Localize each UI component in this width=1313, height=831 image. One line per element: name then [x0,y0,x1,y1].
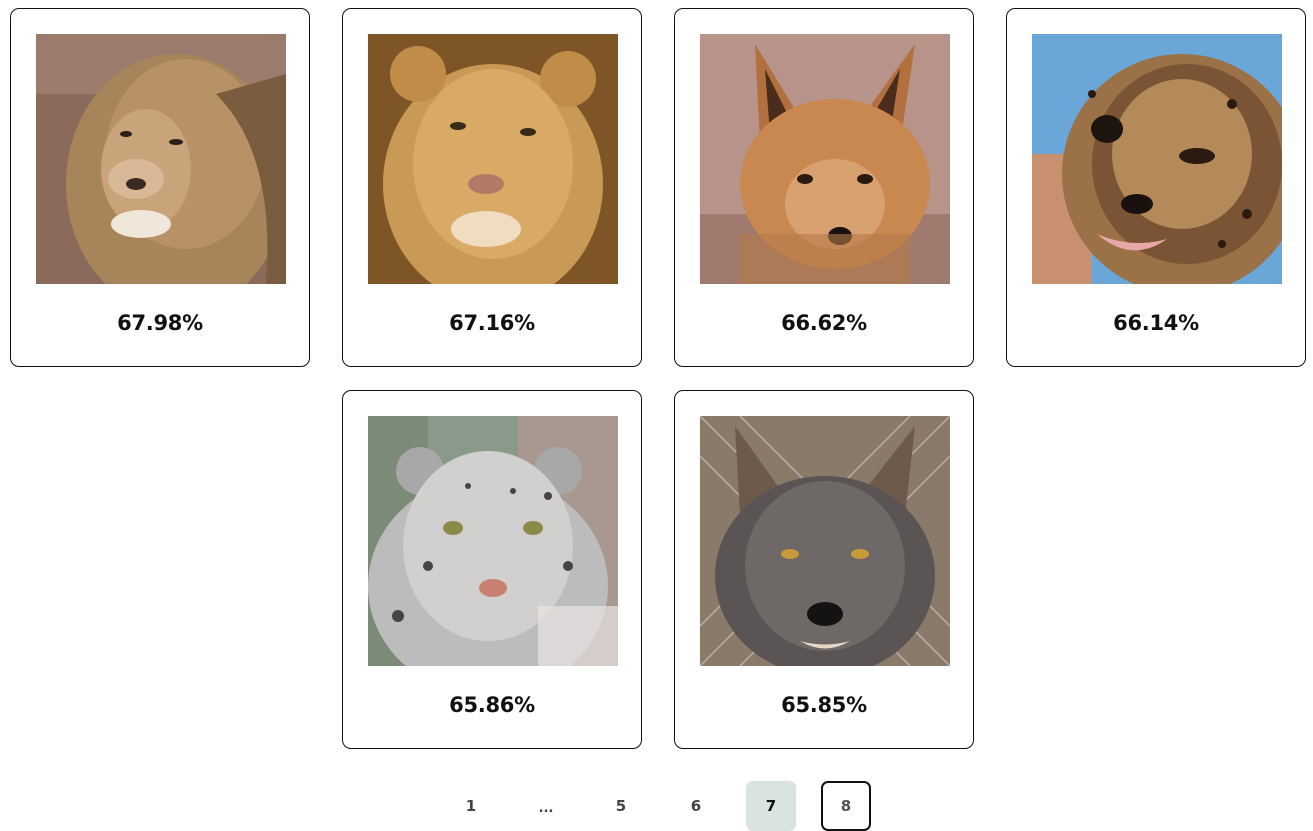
result-card[interactable]: 67.16% [342,8,642,367]
wolf-image [700,416,950,666]
lioness-image [368,34,618,284]
pagination-ellipsis: ... [538,800,554,816]
result-card[interactable]: 66.62% [674,8,974,367]
similarity-score: 67.16% [449,311,535,335]
page-button-1[interactable]: 1 [446,781,496,831]
result-card[interactable]: 66.14% [1006,8,1306,367]
similarity-score: 66.62% [781,311,867,335]
results-grid: 67.98% 67.16% 66.62% 66.14% 65.86% 65.85… [0,0,1313,831]
result-card[interactable]: 65.85% [674,390,974,749]
lion-image [36,34,286,284]
snow-leopard-image [368,416,618,666]
result-card[interactable]: 67.98% [10,8,310,367]
page-button-8[interactable]: 8 [821,781,871,831]
page-button-current[interactable]: 7 [746,781,796,831]
similarity-score: 66.14% [1113,311,1199,335]
similarity-score: 65.85% [781,693,867,717]
pagination: 1 ... 5 6 7 8 [0,781,1313,831]
page-button-5[interactable]: 5 [596,781,646,831]
result-card[interactable]: 65.86% [342,390,642,749]
similarity-score: 67.98% [117,311,203,335]
similarity-score: 65.86% [449,693,535,717]
page-button-6[interactable]: 6 [671,781,721,831]
fox-image [700,34,950,284]
cheetah-image [1032,34,1282,284]
